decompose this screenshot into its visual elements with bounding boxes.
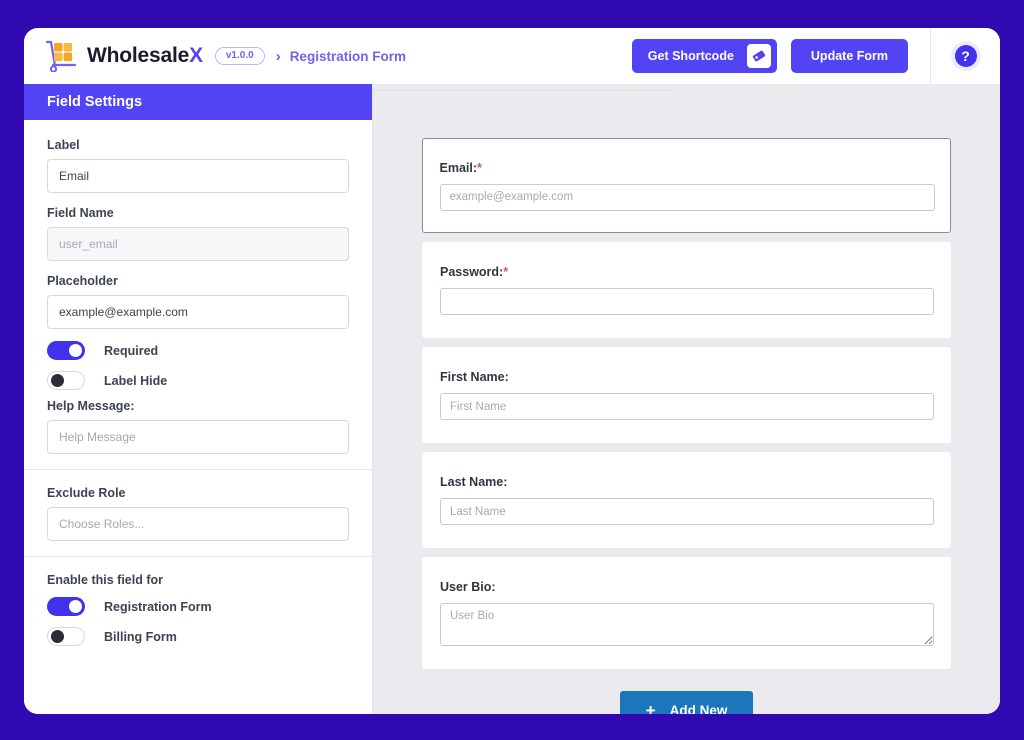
app-window: WholesaleX v1.0.0 › Registration Form Ge… (24, 28, 1000, 714)
breadcrumb-chevron-icon: › (276, 49, 281, 64)
form-field-label: Last Name: (440, 475, 934, 489)
field-settings-body: Label Field Name Placeholder Required La… (24, 120, 372, 714)
password-input[interactable] (440, 288, 934, 315)
form-field-list: Email:* Password:* First Name: Last Name… (373, 84, 1000, 714)
label-field-label: Label (47, 138, 349, 152)
help-message-input[interactable] (47, 420, 349, 454)
form-field-label-text: Password: (440, 265, 503, 279)
label-hide-toggle-label: Label Hide (104, 374, 167, 388)
form-field-label-text: Email: (440, 161, 478, 175)
top-bar: WholesaleX v1.0.0 › Registration Form Ge… (24, 28, 1000, 84)
workspace: Field Settings Label Field Name Placehol… (24, 84, 1000, 714)
field-name-label: Field Name (47, 206, 349, 220)
required-toggle[interactable] (47, 341, 85, 360)
help-message-label: Help Message: (47, 399, 349, 413)
billing-form-toggle-label: Billing Form (104, 630, 177, 644)
email-input[interactable] (440, 184, 935, 211)
form-field-label: Password:* (440, 265, 934, 279)
help-question-icon: ? (955, 45, 977, 67)
user-bio-textarea[interactable] (440, 603, 934, 646)
billing-form-toggle[interactable] (47, 627, 85, 646)
registration-form-toggle-row: Registration Form (47, 594, 349, 619)
last-name-input[interactable] (440, 498, 934, 525)
form-field-label-text: Last Name: (440, 475, 507, 489)
brand-name: WholesaleX (87, 44, 203, 68)
form-field-label-text: User Bio: (440, 580, 496, 594)
form-field-label: First Name: (440, 370, 934, 384)
brand-name-accent: X (189, 44, 203, 67)
label-input[interactable] (47, 159, 349, 193)
required-toggle-row: Required (47, 338, 349, 363)
add-new-button[interactable]: + Add New (620, 691, 754, 714)
form-field-label: Email:* (440, 161, 935, 175)
get-shortcode-label: Get Shortcode (648, 49, 734, 63)
placeholder-input[interactable] (47, 295, 349, 329)
form-field-card-user-bio[interactable]: User Bio: (422, 557, 951, 669)
top-bar-actions: Get Shortcode Update Form ? (632, 28, 1000, 84)
form-field-label-text: First Name: (440, 370, 509, 384)
registration-form-toggle[interactable] (47, 597, 85, 616)
form-field-card-last-name[interactable]: Last Name: (422, 452, 951, 548)
toggle-knob (69, 600, 82, 613)
exclude-role-select[interactable] (47, 507, 349, 541)
required-toggle-label: Required (104, 344, 158, 358)
required-asterisk: * (503, 265, 508, 279)
get-shortcode-button[interactable]: Get Shortcode (632, 39, 777, 73)
field-settings-header: Field Settings (24, 84, 372, 120)
breadcrumb-current[interactable]: Registration Form (290, 49, 406, 64)
brand: WholesaleX (44, 40, 203, 72)
required-asterisk: * (477, 161, 482, 175)
registration-form-toggle-label: Registration Form (104, 600, 212, 614)
placeholder-field-label: Placeholder (47, 274, 349, 288)
billing-form-toggle-row: Billing Form (47, 624, 349, 649)
form-field-card-password[interactable]: Password:* (422, 242, 951, 338)
help-button[interactable]: ? (931, 28, 1000, 84)
first-name-input[interactable] (440, 393, 934, 420)
preview-top-divider (373, 90, 676, 91)
form-field-label: User Bio: (440, 580, 934, 594)
toggle-knob (51, 374, 64, 387)
toggle-knob (69, 344, 82, 357)
shortcode-tag-icon[interactable] (747, 44, 771, 68)
wholesalex-cart-logo-icon (44, 40, 78, 72)
version-badge: v1.0.0 (215, 47, 265, 65)
form-field-card-email[interactable]: Email:* (422, 138, 951, 233)
label-hide-toggle-row: Label Hide (47, 368, 349, 393)
add-new-label: Add New (670, 703, 728, 715)
update-form-button[interactable]: Update Form (791, 39, 908, 73)
form-field-card-first-name[interactable]: First Name: (422, 347, 951, 443)
form-preview-panel: Email:* Password:* First Name: Last Name… (373, 84, 1000, 714)
field-name-input (47, 227, 349, 261)
enable-field-for-title: Enable this field for (47, 573, 349, 587)
toggle-knob (51, 630, 64, 643)
field-settings-sidebar: Field Settings Label Field Name Placehol… (24, 84, 373, 714)
add-new-row: + Add New (422, 691, 951, 714)
label-hide-toggle[interactable] (47, 371, 85, 390)
exclude-role-label: Exclude Role (47, 486, 349, 500)
plus-icon: + (646, 702, 656, 715)
brand-name-main: Wholesale (87, 44, 189, 67)
